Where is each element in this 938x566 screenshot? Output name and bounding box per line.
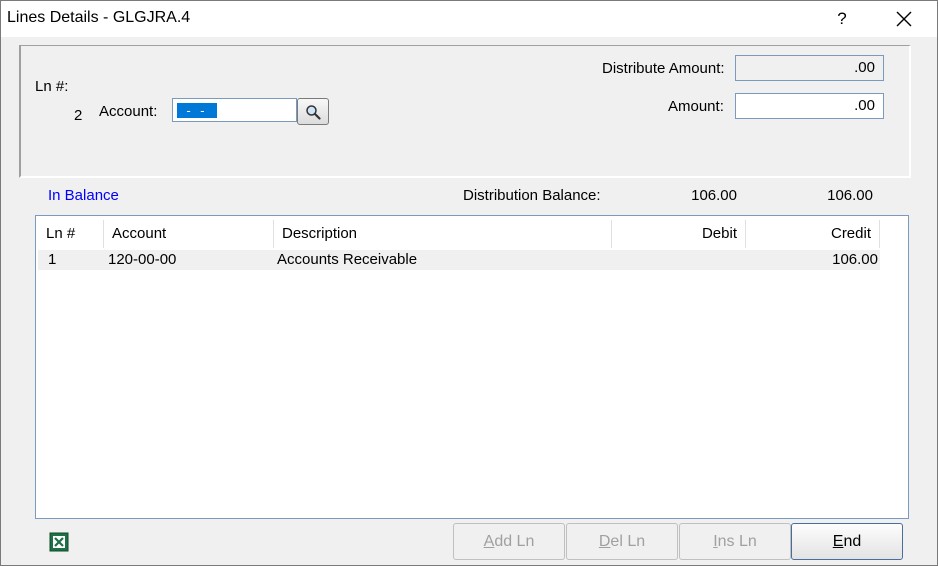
- magnifier-icon: [306, 104, 321, 120]
- window-title: Lines Details - GLGJRA.4: [7, 9, 191, 26]
- excel-icon[interactable]: [49, 532, 69, 552]
- end-button[interactable]: End: [791, 523, 903, 560]
- account-value: - -: [177, 103, 217, 118]
- title-bar: Lines Details - GLGJRA.4 ?: [1, 1, 937, 37]
- close-button[interactable]: [881, 1, 927, 37]
- delete-line-accel: D: [598, 533, 611, 550]
- amount-input[interactable]: .00: [735, 93, 884, 119]
- row-description: Accounts Receivable: [277, 251, 418, 268]
- end-label: nd: [843, 533, 862, 550]
- row-credit: 106.00: [832, 251, 878, 268]
- column-header-debit[interactable]: Debit: [612, 220, 746, 248]
- ln-label: Ln #:: [35, 78, 69, 95]
- account-label: Account:: [99, 103, 158, 120]
- insert-line-button: Ins Ln: [679, 523, 791, 560]
- balance-status: In Balance: [48, 187, 119, 204]
- ln-value: 2: [74, 107, 83, 124]
- end-accel: E: [832, 533, 844, 550]
- add-line-accel: A: [483, 533, 495, 550]
- table-row[interactable]: 1 120-00-00 Accounts Receivable 106.00: [38, 250, 880, 270]
- add-line-button: Add Ln: [453, 523, 565, 560]
- close-icon: [896, 11, 912, 27]
- distribution-balance-label: Distribution Balance:: [463, 187, 601, 204]
- distribute-amount-label: Distribute Amount:: [602, 60, 725, 77]
- row-ln: 1: [48, 251, 57, 268]
- delete-line-label: el Ln: [610, 533, 646, 550]
- amount-label: Amount:: [668, 98, 724, 115]
- row-account: 120-00-00: [108, 251, 177, 268]
- column-header-credit[interactable]: Credit: [746, 220, 880, 248]
- lines-details-window: Lines Details - GLGJRA.4 ? Ln #: 2 Accou…: [0, 0, 938, 566]
- delete-line-button: Del Ln: [566, 523, 678, 560]
- column-header-account[interactable]: Account: [104, 220, 274, 248]
- column-header-ln[interactable]: Ln #: [38, 220, 104, 248]
- account-input[interactable]: - -: [172, 98, 297, 122]
- help-button[interactable]: ?: [819, 1, 865, 37]
- row-debit: [614, 250, 744, 270]
- debit-total: 106.00: [691, 187, 737, 204]
- add-line-label: dd Ln: [494, 533, 535, 550]
- insert-line-label: ns Ln: [717, 533, 757, 550]
- entry-panel: Ln #: 2 Account: - - Distribute Amount: …: [19, 45, 911, 178]
- distribute-amount-field: .00: [735, 55, 884, 81]
- credit-total: 106.00: [827, 187, 873, 204]
- lines-grid[interactable]: Ln # Account Description Debit Credit 1 …: [35, 215, 909, 519]
- column-header-description[interactable]: Description: [274, 220, 612, 248]
- account-lookup-button[interactable]: [297, 98, 329, 125]
